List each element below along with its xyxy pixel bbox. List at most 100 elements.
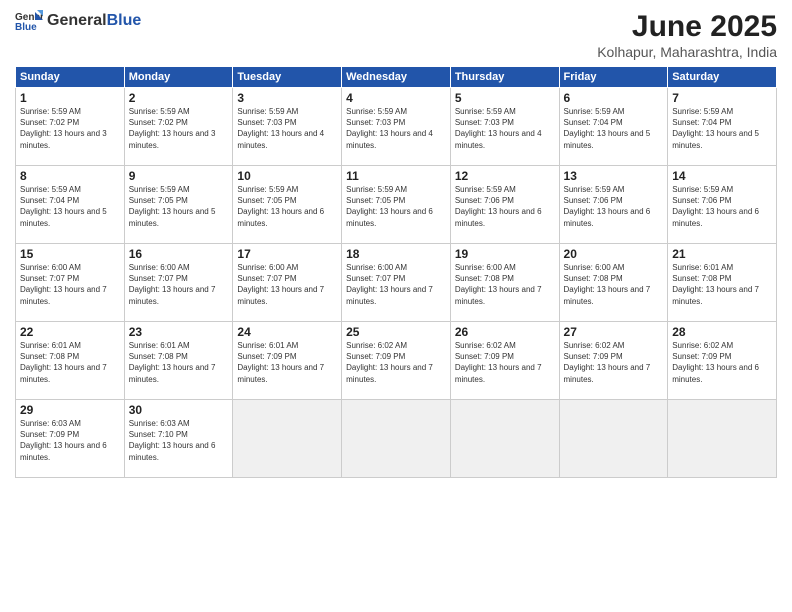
day-info: Sunrise: 6:01 AMSunset: 7:08 PMDaylight:… — [20, 341, 107, 384]
day-info: Sunrise: 6:02 AMSunset: 7:09 PMDaylight:… — [346, 341, 433, 384]
day-cell-23: 23 Sunrise: 6:01 AMSunset: 7:08 PMDaylig… — [124, 322, 233, 400]
day-number: 5 — [455, 91, 555, 105]
day-info: Sunrise: 5:59 AMSunset: 7:06 PMDaylight:… — [455, 185, 542, 228]
day-info: Sunrise: 5:59 AMSunset: 7:05 PMDaylight:… — [346, 185, 433, 228]
day-number: 12 — [455, 169, 555, 183]
day-cell-26: 26 Sunrise: 6:02 AMSunset: 7:09 PMDaylig… — [450, 322, 559, 400]
day-number: 17 — [237, 247, 337, 261]
calendar-table: Sunday Monday Tuesday Wednesday Thursday… — [15, 66, 777, 478]
day-cell-30: 30 Sunrise: 6:03 AMSunset: 7:10 PMDaylig… — [124, 400, 233, 478]
empty-cell — [233, 400, 342, 478]
day-info: Sunrise: 6:01 AMSunset: 7:09 PMDaylight:… — [237, 341, 324, 384]
day-cell-3: 3 Sunrise: 5:59 AMSunset: 7:03 PMDayligh… — [233, 88, 342, 166]
empty-cell — [450, 400, 559, 478]
day-info: Sunrise: 6:01 AMSunset: 7:08 PMDaylight:… — [672, 263, 759, 306]
day-number: 21 — [672, 247, 772, 261]
day-info: Sunrise: 6:00 AMSunset: 7:07 PMDaylight:… — [237, 263, 324, 306]
day-info: Sunrise: 5:59 AMSunset: 7:05 PMDaylight:… — [237, 185, 324, 228]
day-cell-5: 5 Sunrise: 5:59 AMSunset: 7:03 PMDayligh… — [450, 88, 559, 166]
day-cell-18: 18 Sunrise: 6:00 AMSunset: 7:07 PMDaylig… — [342, 244, 451, 322]
day-number: 14 — [672, 169, 772, 183]
day-info: Sunrise: 5:59 AMSunset: 7:02 PMDaylight:… — [20, 107, 107, 150]
logo-icon: General Blue — [15, 10, 43, 32]
day-cell-27: 27 Sunrise: 6:02 AMSunset: 7:09 PMDaylig… — [559, 322, 668, 400]
day-info: Sunrise: 6:00 AMSunset: 7:07 PMDaylight:… — [129, 263, 216, 306]
week-row-4: 22 Sunrise: 6:01 AMSunset: 7:08 PMDaylig… — [16, 322, 777, 400]
day-number: 20 — [564, 247, 664, 261]
day-info: Sunrise: 5:59 AMSunset: 7:04 PMDaylight:… — [672, 107, 759, 150]
day-cell-1: 1 Sunrise: 5:59 AMSunset: 7:02 PMDayligh… — [16, 88, 125, 166]
header-thursday: Thursday — [450, 67, 559, 88]
day-info: Sunrise: 5:59 AMSunset: 7:02 PMDaylight:… — [129, 107, 216, 150]
calendar-container: General Blue General Blue June 2025 Kolh… — [0, 0, 792, 612]
title-block: June 2025 Kolhapur, Maharashtra, India — [597, 10, 777, 60]
day-number: 3 — [237, 91, 337, 105]
day-cell-6: 6 Sunrise: 5:59 AMSunset: 7:04 PMDayligh… — [559, 88, 668, 166]
empty-cell — [342, 400, 451, 478]
day-info: Sunrise: 5:59 AMSunset: 7:03 PMDaylight:… — [346, 107, 433, 150]
day-number: 10 — [237, 169, 337, 183]
day-cell-14: 14 Sunrise: 5:59 AMSunset: 7:06 PMDaylig… — [668, 166, 777, 244]
day-info: Sunrise: 6:03 AMSunset: 7:10 PMDaylight:… — [129, 419, 216, 462]
day-number: 27 — [564, 325, 664, 339]
day-cell-12: 12 Sunrise: 5:59 AMSunset: 7:06 PMDaylig… — [450, 166, 559, 244]
day-info: Sunrise: 6:00 AMSunset: 7:08 PMDaylight:… — [455, 263, 542, 306]
week-row-1: 1 Sunrise: 5:59 AMSunset: 7:02 PMDayligh… — [16, 88, 777, 166]
day-info: Sunrise: 6:00 AMSunset: 7:07 PMDaylight:… — [346, 263, 433, 306]
day-number: 22 — [20, 325, 120, 339]
day-cell-10: 10 Sunrise: 5:59 AMSunset: 7:05 PMDaylig… — [233, 166, 342, 244]
day-number: 30 — [129, 403, 229, 417]
day-cell-24: 24 Sunrise: 6:01 AMSunset: 7:09 PMDaylig… — [233, 322, 342, 400]
day-cell-11: 11 Sunrise: 5:59 AMSunset: 7:05 PMDaylig… — [342, 166, 451, 244]
day-cell-20: 20 Sunrise: 6:00 AMSunset: 7:08 PMDaylig… — [559, 244, 668, 322]
day-cell-15: 15 Sunrise: 6:00 AMSunset: 7:07 PMDaylig… — [16, 244, 125, 322]
header: General Blue General Blue June 2025 Kolh… — [15, 10, 777, 60]
day-info: Sunrise: 5:59 AMSunset: 7:04 PMDaylight:… — [564, 107, 651, 150]
logo: General Blue General Blue — [15, 10, 141, 32]
day-info: Sunrise: 6:00 AMSunset: 7:07 PMDaylight:… — [20, 263, 107, 306]
day-number: 11 — [346, 169, 446, 183]
header-friday: Friday — [559, 67, 668, 88]
day-cell-4: 4 Sunrise: 5:59 AMSunset: 7:03 PMDayligh… — [342, 88, 451, 166]
day-info: Sunrise: 6:02 AMSunset: 7:09 PMDaylight:… — [564, 341, 651, 384]
header-tuesday: Tuesday — [233, 67, 342, 88]
day-number: 19 — [455, 247, 555, 261]
day-cell-2: 2 Sunrise: 5:59 AMSunset: 7:02 PMDayligh… — [124, 88, 233, 166]
day-info: Sunrise: 6:00 AMSunset: 7:08 PMDaylight:… — [564, 263, 651, 306]
month-year: June 2025 — [597, 10, 777, 44]
day-number: 24 — [237, 325, 337, 339]
day-number: 2 — [129, 91, 229, 105]
day-info: Sunrise: 5:59 AMSunset: 7:06 PMDaylight:… — [672, 185, 759, 228]
day-number: 28 — [672, 325, 772, 339]
day-info: Sunrise: 5:59 AMSunset: 7:06 PMDaylight:… — [564, 185, 651, 228]
day-cell-28: 28 Sunrise: 6:02 AMSunset: 7:09 PMDaylig… — [668, 322, 777, 400]
day-cell-29: 29 Sunrise: 6:03 AMSunset: 7:09 PMDaylig… — [16, 400, 125, 478]
day-number: 26 — [455, 325, 555, 339]
header-wednesday: Wednesday — [342, 67, 451, 88]
day-cell-19: 19 Sunrise: 6:00 AMSunset: 7:08 PMDaylig… — [450, 244, 559, 322]
week-row-3: 15 Sunrise: 6:00 AMSunset: 7:07 PMDaylig… — [16, 244, 777, 322]
day-number: 1 — [20, 91, 120, 105]
day-number: 16 — [129, 247, 229, 261]
day-cell-9: 9 Sunrise: 5:59 AMSunset: 7:05 PMDayligh… — [124, 166, 233, 244]
day-info: Sunrise: 5:59 AMSunset: 7:03 PMDaylight:… — [237, 107, 324, 150]
day-cell-8: 8 Sunrise: 5:59 AMSunset: 7:04 PMDayligh… — [16, 166, 125, 244]
day-info: Sunrise: 5:59 AMSunset: 7:04 PMDaylight:… — [20, 185, 107, 228]
day-cell-7: 7 Sunrise: 5:59 AMSunset: 7:04 PMDayligh… — [668, 88, 777, 166]
logo-blue: Blue — [107, 12, 142, 30]
day-number: 8 — [20, 169, 120, 183]
header-saturday: Saturday — [668, 67, 777, 88]
empty-cell — [559, 400, 668, 478]
header-monday: Monday — [124, 67, 233, 88]
week-row-5: 29 Sunrise: 6:03 AMSunset: 7:09 PMDaylig… — [16, 400, 777, 478]
day-cell-25: 25 Sunrise: 6:02 AMSunset: 7:09 PMDaylig… — [342, 322, 451, 400]
logo-wordmark: General Blue — [47, 12, 141, 30]
day-number: 9 — [129, 169, 229, 183]
day-cell-21: 21 Sunrise: 6:01 AMSunset: 7:08 PMDaylig… — [668, 244, 777, 322]
day-number: 23 — [129, 325, 229, 339]
weekday-header-row: Sunday Monday Tuesday Wednesday Thursday… — [16, 67, 777, 88]
day-info: Sunrise: 5:59 AMSunset: 7:05 PMDaylight:… — [129, 185, 216, 228]
day-number: 29 — [20, 403, 120, 417]
day-number: 13 — [564, 169, 664, 183]
day-number: 25 — [346, 325, 446, 339]
